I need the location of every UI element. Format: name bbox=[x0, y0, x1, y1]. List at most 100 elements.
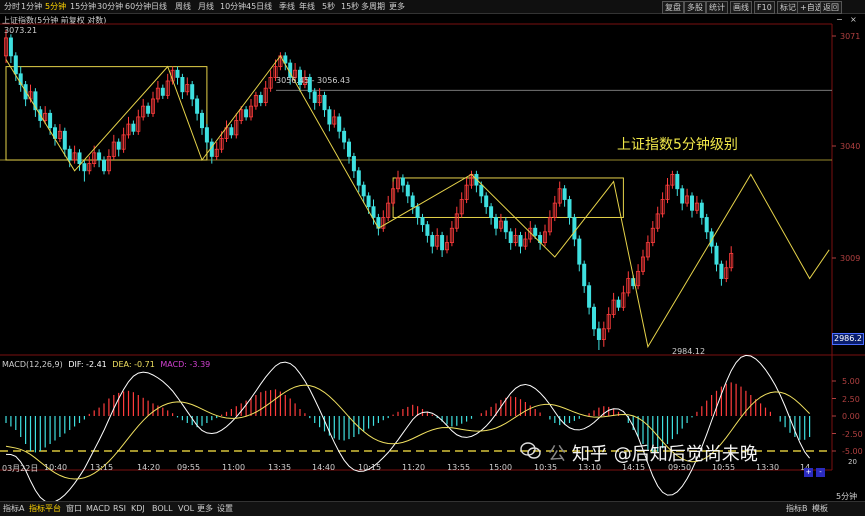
indicator-bar: 指标A 指标平台 窗口 MACD RSI KDJ BOLL VOL 更多 设置 指标B 模板 5分钟 bbox=[0, 492, 865, 516]
time-tick: 13:30 bbox=[756, 463, 780, 472]
candle-body bbox=[351, 156, 356, 172]
y-tick: 3071 bbox=[840, 32, 861, 41]
candle-body bbox=[675, 173, 680, 190]
macd-legend: MACD(12,26,9) DIF: -2.41 DEA: -0.71 MACD… bbox=[2, 360, 210, 369]
candle-body bbox=[77, 152, 82, 165]
candle-body bbox=[244, 109, 249, 118]
candle-body bbox=[8, 37, 13, 57]
candle-body bbox=[195, 98, 200, 114]
candle-body bbox=[356, 170, 361, 186]
candle-body bbox=[704, 217, 709, 233]
high-price-label: 3073.21 bbox=[4, 26, 38, 35]
indicator-tab-9[interactable]: 设置 bbox=[217, 504, 233, 514]
candle-body bbox=[327, 109, 332, 125]
close-icon[interactable]: × bbox=[850, 14, 857, 25]
candle-body bbox=[572, 217, 577, 240]
candle-body bbox=[199, 112, 204, 129]
watermark-prefix: 公 bbox=[548, 444, 566, 465]
candle-body bbox=[719, 263, 724, 279]
candle-body bbox=[714, 245, 719, 265]
candle-body bbox=[680, 188, 685, 204]
y-tick: 3040 bbox=[840, 142, 861, 151]
candle-body bbox=[116, 141, 121, 150]
candle-body bbox=[160, 87, 165, 96]
candle-body bbox=[518, 235, 523, 247]
chart-annotation: 上证指数5分钟级别 bbox=[617, 137, 738, 153]
indicator-right-1[interactable]: 模板 bbox=[812, 504, 828, 514]
indicator-tab-6[interactable]: BOLL bbox=[152, 504, 173, 514]
candle-body bbox=[180, 77, 185, 93]
watermark-text: 知乎 @后知后觉尚未晚 bbox=[572, 444, 758, 465]
time-tick: 11:00 bbox=[222, 463, 246, 472]
indicator-tab-2[interactable]: 窗口 bbox=[66, 504, 82, 514]
time-tick: 11:20 bbox=[402, 463, 426, 472]
candle-body bbox=[371, 206, 376, 218]
candle-body bbox=[493, 217, 498, 229]
candle-body bbox=[415, 206, 420, 218]
time-tick: 14:40 bbox=[312, 463, 336, 472]
candle-body bbox=[337, 116, 342, 132]
time-tick: 13:35 bbox=[268, 463, 292, 472]
scroll-plus-button[interactable]: + bbox=[804, 468, 813, 477]
consolidation-box bbox=[5, 66, 208, 161]
indicator-tab-3[interactable]: MACD bbox=[86, 504, 110, 514]
indicator-tab-1[interactable]: 指标平台 bbox=[29, 504, 61, 514]
candle-body bbox=[479, 184, 484, 197]
candle-body bbox=[489, 206, 494, 218]
candle-body bbox=[258, 94, 263, 103]
macd-value: MACD: -3.39 bbox=[160, 360, 211, 369]
candle-body bbox=[592, 306, 597, 330]
candle-body bbox=[425, 224, 430, 236]
candle-body bbox=[346, 141, 351, 157]
candle-body bbox=[577, 238, 582, 265]
macd-tick: -5.00 bbox=[842, 447, 863, 456]
macd-name: MACD(12,26,9) bbox=[2, 360, 63, 369]
watermark: 公知乎 @后知后觉尚未晚 bbox=[548, 440, 758, 466]
time-tick: 13:15 bbox=[90, 463, 114, 472]
candle-body bbox=[204, 127, 209, 143]
time-tick: 09:55 bbox=[177, 463, 201, 472]
candle-body bbox=[62, 130, 67, 150]
period-indicator: 5分钟 bbox=[836, 492, 858, 501]
candle-body bbox=[562, 188, 567, 200]
indicator-tab-0[interactable]: 指标A bbox=[3, 504, 24, 514]
candle-body bbox=[175, 69, 180, 78]
wechat-icon bbox=[520, 442, 541, 459]
candle-body bbox=[484, 195, 489, 208]
zigzag-line bbox=[5, 54, 830, 349]
candle-body bbox=[508, 231, 513, 244]
candlestick-chart[interactable] bbox=[0, 0, 865, 515]
dif-line bbox=[5, 354, 810, 504]
macd-tick: -2.50 bbox=[842, 430, 863, 439]
macd-tick: 2.50 bbox=[842, 395, 860, 404]
time-tick: 15:00 bbox=[489, 463, 513, 472]
candle-body bbox=[190, 84, 195, 100]
minimize-icon[interactable]: − bbox=[836, 14, 843, 25]
indicator-tab-7[interactable]: VOL bbox=[178, 504, 194, 514]
candle-body bbox=[567, 199, 572, 218]
candle-body bbox=[533, 227, 538, 236]
indicator-right-0[interactable]: 指标B bbox=[786, 504, 808, 514]
candle-body bbox=[366, 195, 371, 208]
macd-dif: DIF: -2.41 bbox=[68, 360, 107, 369]
macd-tick: 5.00 bbox=[842, 377, 860, 386]
candle-body bbox=[596, 328, 601, 340]
candle-body bbox=[342, 130, 347, 143]
indicator-tab-4[interactable]: RSI bbox=[113, 504, 126, 514]
candle-body bbox=[440, 235, 445, 251]
consolidation-box bbox=[392, 177, 624, 218]
macd-dea: DEA: -0.71 bbox=[112, 360, 155, 369]
range-price-label: 3056.45 - 3056.43 bbox=[276, 76, 351, 85]
scroll-minus-button[interactable]: - bbox=[816, 468, 825, 477]
candle-body bbox=[146, 105, 151, 114]
candle-body bbox=[322, 94, 327, 111]
candle-body bbox=[361, 184, 366, 197]
indicator-tab-8[interactable]: 更多 bbox=[197, 504, 213, 514]
time-tick: 10:15 bbox=[358, 463, 382, 472]
indicator-tab-5[interactable]: KDJ bbox=[131, 504, 145, 514]
y-tick: 3009 bbox=[840, 254, 861, 263]
candle-body bbox=[97, 152, 102, 161]
time-axis-end: 20 bbox=[848, 458, 857, 466]
candle-body bbox=[400, 177, 405, 186]
low-price-label: 2984.12 bbox=[672, 347, 706, 356]
